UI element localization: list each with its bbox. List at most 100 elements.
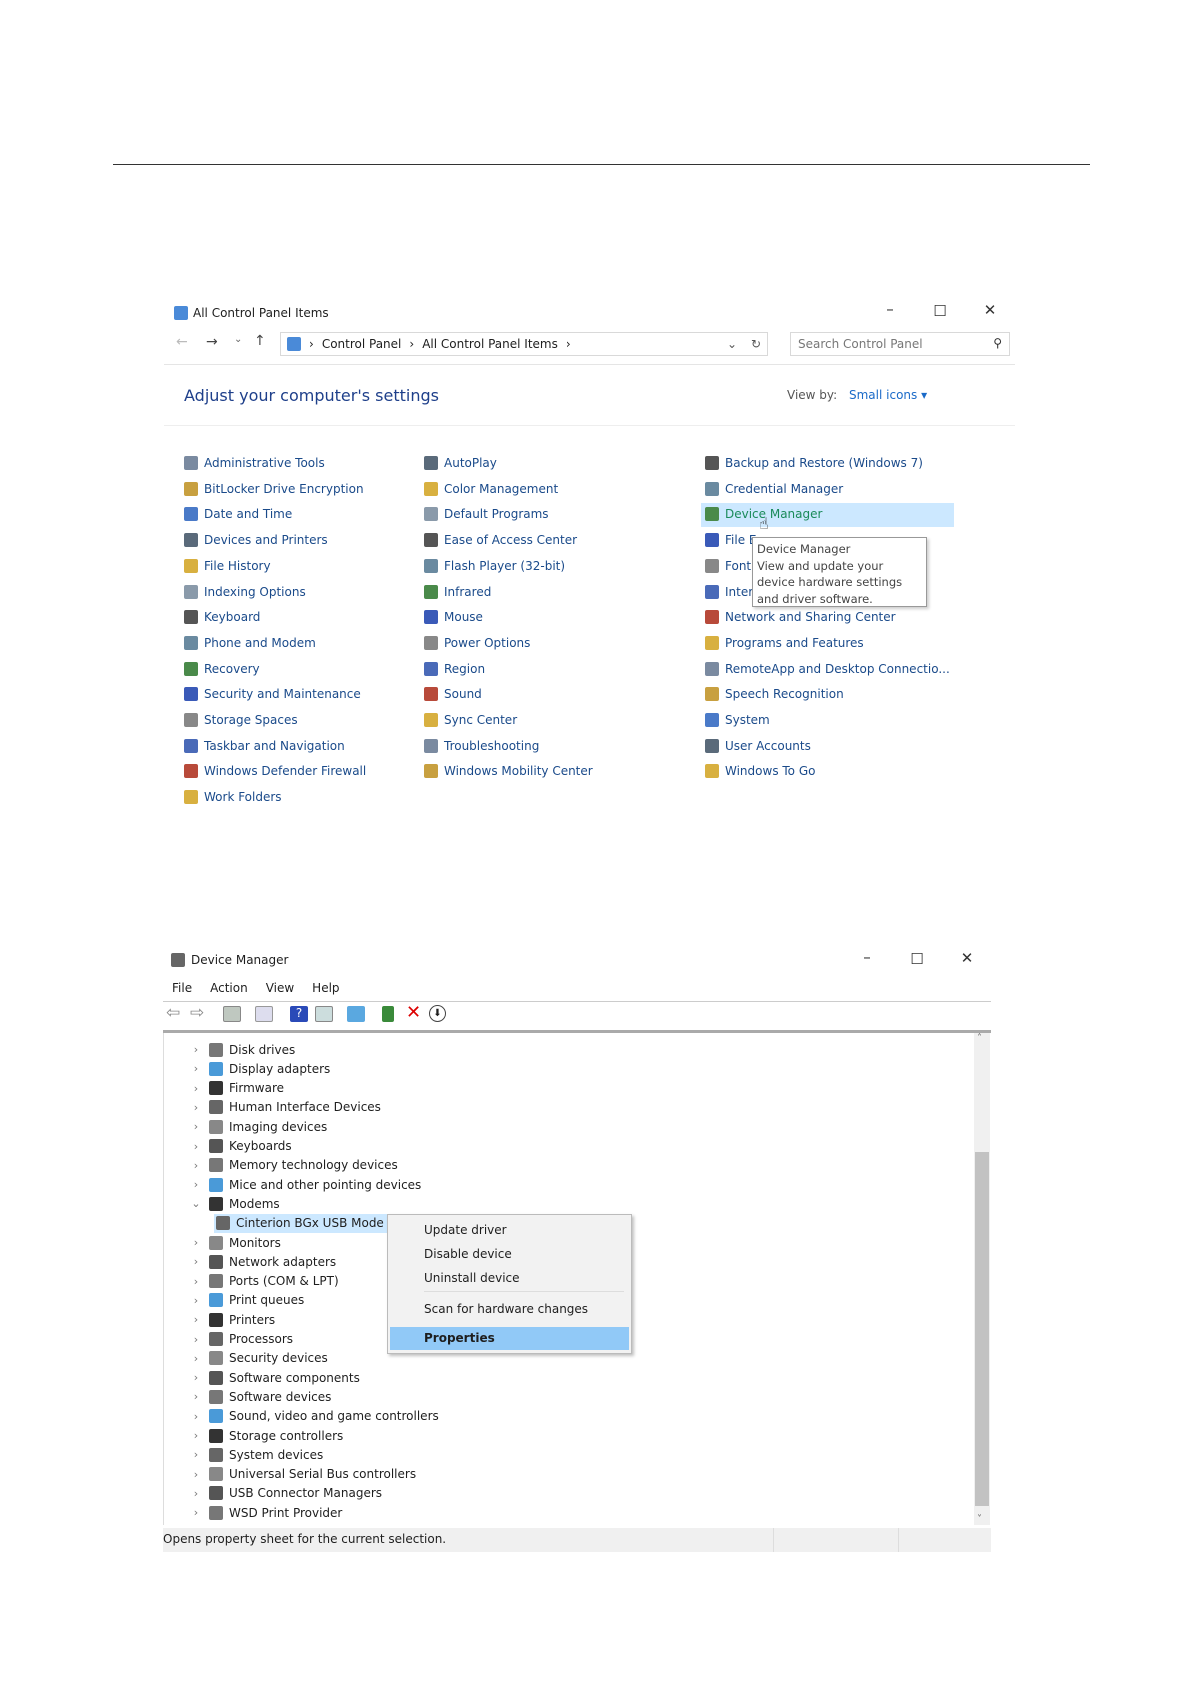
expand-chevron-icon[interactable]: ›: [189, 1043, 203, 1056]
cp-item-windows-mobility-center[interactable]: Windows Mobility Center: [424, 759, 593, 783]
cp-item-devices-and-printers[interactable]: Devices and Printers: [184, 528, 328, 552]
maximize-button[interactable]: ☐: [925, 302, 955, 320]
maximize-button[interactable]: ☐: [902, 950, 932, 968]
cp-item-region[interactable]: Region: [424, 657, 485, 681]
tree-category[interactable]: › Mice and other pointing devices: [189, 1175, 421, 1194]
tree-category[interactable]: › WSD Print Provider: [189, 1503, 342, 1522]
tree-category[interactable]: › USB Connector Managers: [189, 1484, 382, 1503]
cp-item-inter[interactable]: Inter: [705, 580, 753, 604]
tree-category[interactable]: › Human Interface Devices: [189, 1098, 381, 1117]
tree-category[interactable]: › Disk drives: [189, 1040, 295, 1059]
tree-category[interactable]: › Storage controllers: [189, 1426, 343, 1445]
expand-chevron-icon[interactable]: ›: [189, 1294, 203, 1307]
expand-chevron-icon[interactable]: ›: [189, 1140, 203, 1153]
cp-item-mouse[interactable]: Mouse: [424, 605, 483, 629]
cp-item-security-and-maintenance[interactable]: Security and Maintenance: [184, 682, 361, 706]
tree-category[interactable]: › Memory technology devices: [189, 1156, 398, 1175]
tree-category[interactable]: › Security devices: [189, 1349, 328, 1368]
back-icon[interactable]: ⇦: [166, 1003, 180, 1023]
cp-item-speech-recognition[interactable]: Speech Recognition: [705, 682, 844, 706]
menu-disable-device[interactable]: Disable device: [424, 1247, 512, 1261]
refresh-icon[interactable]: ↻: [751, 337, 761, 351]
cp-item-date-and-time[interactable]: Date and Time: [184, 502, 292, 526]
minimize-button[interactable]: –: [852, 948, 882, 966]
breadcrumb-all-items[interactable]: All Control Panel Items: [422, 337, 558, 351]
update-driver-icon[interactable]: [382, 1006, 394, 1022]
menu-action[interactable]: Action: [210, 981, 248, 995]
forward-icon[interactable]: →: [206, 334, 218, 350]
cp-item-programs-and-features[interactable]: Programs and Features: [705, 631, 864, 655]
cp-item-network-and-sharing-center[interactable]: Network and Sharing Center: [705, 605, 896, 629]
tree-category[interactable]: › Keyboards: [189, 1137, 292, 1156]
cp-item-file-history[interactable]: File History: [184, 554, 271, 578]
cp-item-backup-and-restore-windows-7[interactable]: Backup and Restore (Windows 7): [705, 451, 923, 475]
tree-category[interactable]: › Universal Serial Bus controllers: [189, 1465, 416, 1484]
scrollbar[interactable]: ˄ ˅: [974, 1033, 990, 1525]
menu-uninstall-device[interactable]: Uninstall device: [424, 1271, 520, 1285]
cp-item-indexing-options[interactable]: Indexing Options: [184, 580, 306, 604]
cp-item-phone-and-modem[interactable]: Phone and Modem: [184, 631, 316, 655]
tree-category[interactable]: › Printers: [189, 1310, 275, 1329]
menu-help[interactable]: Help: [312, 981, 339, 995]
uninstall-icon[interactable]: ✕: [406, 1002, 421, 1023]
expand-chevron-icon[interactable]: ›: [189, 1236, 203, 1249]
tree-device-item[interactable]: Cinterion BGx USB Mode: [214, 1213, 390, 1233]
cp-item-ease-of-access-center[interactable]: Ease of Access Center: [424, 528, 577, 552]
scroll-down-icon[interactable]: ˅: [977, 1514, 982, 1525]
cp-item-work-folders[interactable]: Work Folders: [184, 785, 282, 809]
cp-item-bitlocker-drive-encryption[interactable]: BitLocker Drive Encryption: [184, 477, 364, 501]
back-icon[interactable]: ←: [176, 334, 188, 350]
cp-item-sync-center[interactable]: Sync Center: [424, 708, 517, 732]
tree-category[interactable]: › Network adapters: [189, 1252, 336, 1271]
scroll-up-icon[interactable]: ˄: [977, 1033, 982, 1044]
tree-category[interactable]: › Software components: [189, 1368, 360, 1387]
cp-item-windows-defender-firewall[interactable]: Windows Defender Firewall: [184, 759, 366, 783]
action-pane-icon[interactable]: [315, 1006, 333, 1022]
menu-file[interactable]: File: [172, 981, 192, 995]
cp-item-font[interactable]: Font: [705, 554, 751, 578]
cp-item-recovery[interactable]: Recovery: [184, 657, 260, 681]
tree-category[interactable]: › Display adapters: [189, 1059, 330, 1078]
expand-chevron-icon[interactable]: ›: [189, 1333, 203, 1346]
up-icon[interactable]: ↑: [254, 333, 266, 349]
tree-category[interactable]: › System devices: [189, 1445, 323, 1464]
cp-item-flash-player-32-bit[interactable]: Flash Player (32-bit): [424, 554, 565, 578]
minimize-button[interactable]: –: [875, 300, 905, 318]
cp-item-credential-manager[interactable]: Credential Manager: [705, 477, 843, 501]
address-dropdown-icon[interactable]: ⌄: [727, 337, 737, 351]
cp-item-file-e[interactable]: File E: [705, 528, 756, 552]
cp-item-windows-to-go[interactable]: Windows To Go: [705, 759, 815, 783]
tree-category[interactable]: ⌄ Modems: [189, 1194, 280, 1213]
menu-view[interactable]: View: [266, 981, 294, 995]
tree-category[interactable]: › Software devices: [189, 1387, 331, 1406]
expand-chevron-icon[interactable]: ›: [189, 1371, 203, 1384]
cp-item-keyboard[interactable]: Keyboard: [184, 605, 260, 629]
expand-chevron-icon[interactable]: ›: [189, 1352, 203, 1365]
forward-icon[interactable]: ⇨: [190, 1003, 204, 1023]
expand-chevron-icon[interactable]: ›: [189, 1313, 203, 1326]
tree-category[interactable]: › Monitors: [189, 1233, 281, 1252]
tree-category[interactable]: › Ports (COM & LPT): [189, 1272, 339, 1291]
expand-chevron-icon[interactable]: ›: [189, 1101, 203, 1114]
expand-chevron-icon[interactable]: ›: [189, 1487, 203, 1500]
scan-hardware-icon[interactable]: [347, 1006, 365, 1022]
close-button[interactable]: ✕: [975, 301, 1005, 319]
cp-item-storage-spaces[interactable]: Storage Spaces: [184, 708, 298, 732]
cp-item-system[interactable]: System: [705, 708, 770, 732]
cp-item-infrared[interactable]: Infrared: [424, 580, 491, 604]
cp-item-troubleshooting[interactable]: Troubleshooting: [424, 734, 539, 758]
disable-icon[interactable]: ⬇: [429, 1005, 446, 1022]
expand-chevron-icon[interactable]: ⌄: [189, 1197, 203, 1210]
properties-icon[interactable]: [255, 1006, 273, 1022]
cp-item-remoteapp-and-desktop-connectio[interactable]: RemoteApp and Desktop Connectio...: [705, 657, 950, 681]
expand-chevron-icon[interactable]: ›: [189, 1178, 203, 1191]
expand-chevron-icon[interactable]: ›: [189, 1506, 203, 1519]
cp-item-user-accounts[interactable]: User Accounts: [705, 734, 811, 758]
menu-properties[interactable]: Properties: [424, 1331, 495, 1345]
expand-chevron-icon[interactable]: ›: [189, 1468, 203, 1481]
expand-chevron-icon[interactable]: ›: [189, 1429, 203, 1442]
tree-category[interactable]: › Print queues: [189, 1291, 304, 1310]
address-bar[interactable]: › Control Panel › All Control Panel Item…: [280, 332, 768, 356]
cp-item-autoplay[interactable]: AutoPlay: [424, 451, 497, 475]
expand-chevron-icon[interactable]: ›: [189, 1082, 203, 1095]
